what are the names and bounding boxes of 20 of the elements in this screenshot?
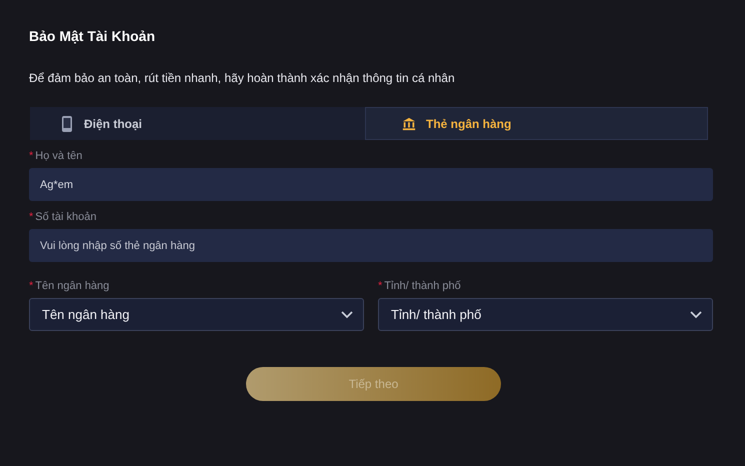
instruction-text: Để đảm bảo an toàn, rút tiền nhanh, hãy hoàn thành xác nhận thông tin cá nhân (29, 71, 456, 85)
required-mark: * (378, 280, 382, 292)
field-label: Tên ngân hàng (35, 280, 110, 292)
chevron-down-icon (341, 310, 353, 318)
bank-icon (402, 116, 416, 132)
page-title: Bảo Mật Tài Khoản (29, 28, 156, 46)
required-mark: * (29, 211, 34, 223)
field-label: Số tài khoản (35, 211, 96, 223)
required-mark: * (29, 150, 34, 162)
field-label: Họ và tên (35, 150, 82, 162)
tab[interactable]: Thẻ ngân hàng (365, 107, 708, 140)
dropdown[interactable]: Tên ngân hàng (29, 298, 364, 331)
field-label: Tỉnh/ thành phố (384, 280, 461, 292)
dropdown[interactable]: Tỉnh/ thành phố (378, 298, 713, 331)
required-mark: * (29, 280, 34, 292)
input-field[interactable]: Ag*em (29, 168, 713, 201)
input-field[interactable]: Vui lòng nhập số thẻ ngân hàng (29, 229, 713, 262)
tab[interactable]: Điện thoại (30, 107, 365, 140)
phone-icon (60, 116, 74, 132)
chevron-down-icon (690, 310, 702, 318)
